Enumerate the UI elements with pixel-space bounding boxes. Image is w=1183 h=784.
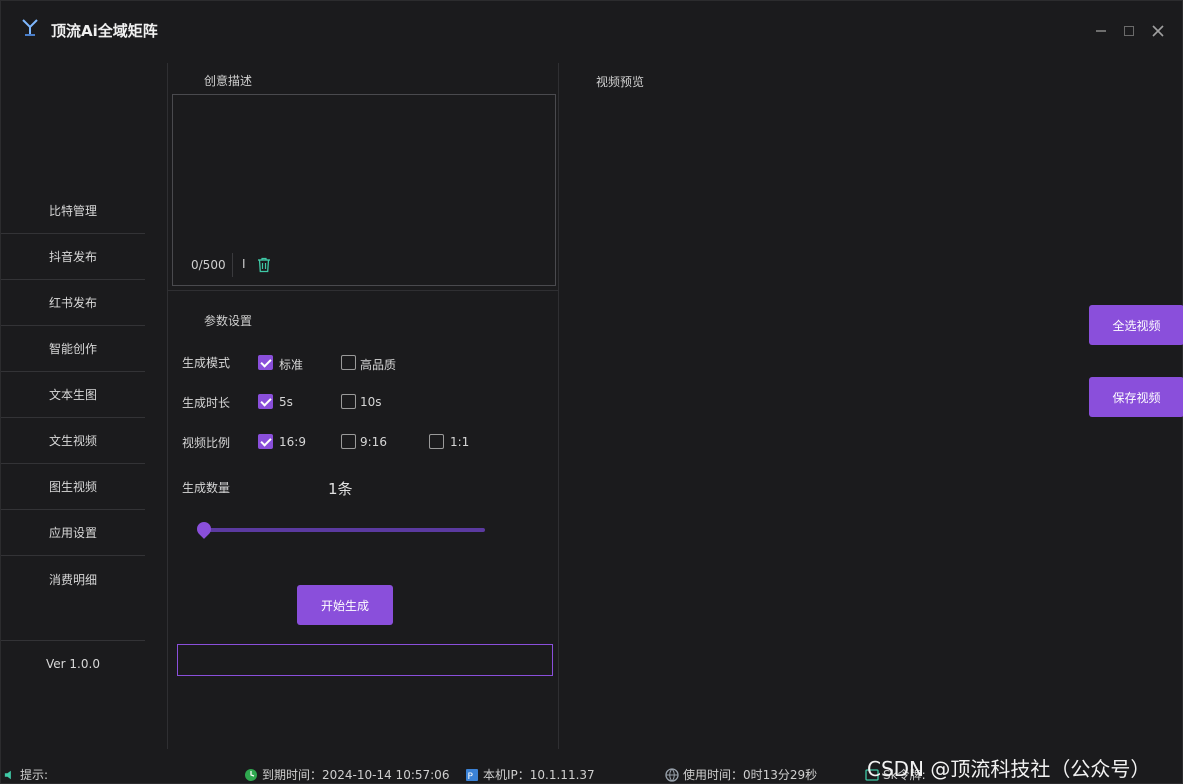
sidebar-item-text-to-image[interactable]: 文本生图 [1, 372, 145, 418]
count-value: 1条 [328, 480, 353, 498]
app-title: 顶流Ai全域矩阵 [51, 22, 158, 40]
text-cursor-mark: I [242, 257, 246, 271]
hint-status: 提示: [4, 766, 48, 783]
globe-icon [665, 767, 679, 782]
sidebar-item-app-settings[interactable]: 应用设置 [1, 510, 145, 556]
sidebar-item-smart-create[interactable]: 智能创作 [1, 326, 145, 372]
minimize-icon [1096, 30, 1106, 32]
sidebar-item-consumption[interactable]: 消费明细 [1, 556, 145, 602]
usage-status: 使用时间：0时13分29秒 [665, 766, 817, 783]
expire-time: 到期时间：2024-10-14 10:57:06 [262, 768, 450, 782]
select-all-videos-button[interactable]: 全选视频 [1089, 305, 1183, 345]
output-field[interactable] [177, 644, 553, 676]
ratio-9-16-label: 9:16 [360, 435, 387, 449]
title-bar[interactable]: 顶流Ai全域矩阵 [1, 1, 1183, 61]
count-label: 生成数量 [182, 481, 231, 495]
ratio-1-1-checkbox[interactable] [429, 434, 444, 449]
duration-5s-label: 5s [279, 395, 293, 409]
mode-high-quality-label: 高品质 [360, 358, 397, 372]
duration-label: 生成时长 [182, 396, 231, 410]
save-videos-button[interactable]: 保存视频 [1089, 377, 1183, 417]
count-slider-track[interactable] [204, 528, 485, 532]
counter-separator [232, 253, 233, 277]
sidebar-item-image-to-video[interactable]: 图生视频 [1, 464, 145, 510]
svg-text:P: P [468, 772, 474, 782]
app-window: 顶流Ai全域矩阵 比特管理 抖音发布 红书发布 智能创作 文本生图 文生视频 图… [0, 0, 1183, 784]
creative-section-title: 创意描述 [204, 74, 253, 88]
close-icon [1152, 25, 1164, 37]
mode-standard-label: 标准 [279, 358, 304, 372]
params-section-title: 参数设置 [204, 314, 253, 328]
duration-10s-label: 10s [360, 395, 382, 409]
duration-10s-checkbox[interactable] [341, 394, 356, 409]
maximize-button[interactable] [1119, 21, 1139, 41]
duration-5s-checkbox[interactable] [258, 394, 273, 409]
sidebar-item-bit-manage[interactable]: 比特管理 [1, 188, 145, 234]
local-ip: 本机IP：10.1.11.37 [483, 768, 595, 782]
hint-label: 提示: [20, 768, 49, 782]
close-button[interactable] [1148, 21, 1168, 41]
ratio-label: 视频比例 [182, 436, 231, 450]
usage-time: 使用时间：0时13分29秒 [683, 768, 818, 782]
trash-icon[interactable] [257, 257, 271, 273]
ip-icon: P [466, 768, 478, 782]
params-separator [168, 290, 558, 291]
ratio-16-9-checkbox[interactable] [258, 434, 273, 449]
mode-standard-checkbox[interactable] [258, 355, 273, 370]
mode-label: 生成模式 [182, 356, 231, 370]
mode-high-quality-checkbox[interactable] [341, 355, 356, 370]
ip-status: P 本机IP：10.1.11.37 [465, 766, 595, 783]
preview-section-title: 视频预览 [596, 75, 645, 89]
creative-description-box: 0/500 I [172, 94, 556, 286]
expire-status: 到期时间：2024-10-14 10:57:06 [244, 766, 449, 783]
char-counter: 0/500 [191, 258, 226, 272]
sidebar-divider [167, 63, 168, 749]
creative-description-input[interactable] [181, 103, 547, 243]
sidebar-item-douyin-publish[interactable]: 抖音发布 [1, 234, 145, 280]
minimize-button[interactable] [1091, 21, 1111, 41]
start-generate-button[interactable]: 开始生成 [297, 585, 393, 625]
ratio-9-16-checkbox[interactable] [341, 434, 356, 449]
panel-divider [558, 63, 559, 749]
ratio-16-9-label: 16:9 [279, 435, 306, 449]
sidebar-item-text-to-video[interactable]: 文生视频 [1, 418, 145, 464]
maximize-icon [1124, 26, 1134, 36]
ratio-1-1-label: 1:1 [450, 435, 470, 449]
sidebar-item-xiaohongshu-publish[interactable]: 红书发布 [1, 280, 145, 326]
speaker-icon [4, 770, 11, 779]
app-logo-icon [22, 19, 38, 36]
csdn-watermark: CSDN @顶流科技社（公众号） [867, 757, 1151, 781]
version-label: Ver 1.0.0 [1, 640, 145, 686]
clock-icon [245, 768, 257, 781]
sidebar: 比特管理 抖音发布 红书发布 智能创作 文本生图 文生视频 图生视频 应用设置 … [1, 61, 167, 749]
count-slider-handle[interactable] [194, 519, 214, 539]
